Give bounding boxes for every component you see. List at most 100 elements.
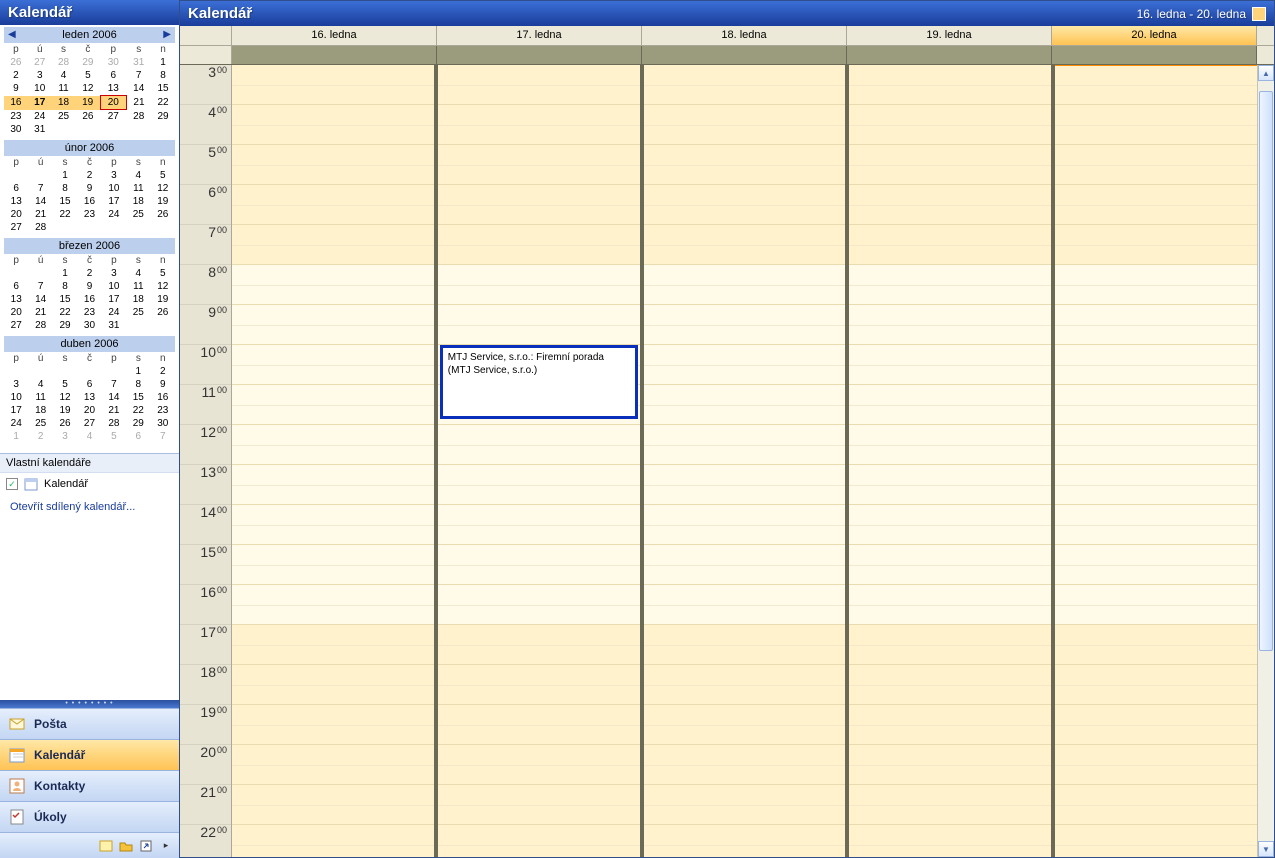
time-slot[interactable] xyxy=(849,145,1051,185)
mini-calendar-day[interactable]: 29 xyxy=(75,56,100,69)
mini-calendar-day[interactable]: 20 xyxy=(4,306,28,319)
scroll-track[interactable] xyxy=(1258,81,1274,841)
mini-calendar-day[interactable]: 11 xyxy=(126,280,150,293)
scroll-up-button[interactable]: ▲ xyxy=(1258,65,1274,81)
day-column[interactable] xyxy=(644,65,850,857)
mini-calendar-day[interactable]: 14 xyxy=(28,293,52,306)
time-slot[interactable] xyxy=(849,745,1051,785)
time-slot[interactable] xyxy=(644,825,846,857)
time-slot[interactable] xyxy=(1055,385,1257,425)
time-slot[interactable] xyxy=(849,225,1051,265)
time-slot[interactable] xyxy=(232,785,434,825)
time-slot[interactable] xyxy=(232,825,434,857)
mini-calendar-day[interactable]: 20 xyxy=(100,96,126,110)
shortcuts-icon[interactable] xyxy=(139,839,153,853)
mini-calendar-day[interactable]: 27 xyxy=(100,110,126,124)
time-slot[interactable] xyxy=(232,465,434,505)
mini-calendar-day[interactable]: 21 xyxy=(126,96,151,110)
mini-calendar-day[interactable]: 8 xyxy=(151,69,175,82)
time-slot[interactable] xyxy=(849,385,1051,425)
mini-calendar-day[interactable]: 7 xyxy=(102,378,126,391)
mini-calendar-day[interactable]: 12 xyxy=(151,280,175,293)
time-slot[interactable] xyxy=(232,585,434,625)
mini-calendar-day[interactable]: 12 xyxy=(75,82,100,96)
mini-calendar-day[interactable]: 25 xyxy=(126,208,150,221)
time-slot[interactable] xyxy=(644,505,846,545)
open-shared-calendar-link[interactable]: Otevřít sdílený kalendář... xyxy=(0,495,179,519)
mini-calendar-day[interactable]: 31 xyxy=(28,123,52,136)
day-header[interactable]: 18. ledna xyxy=(642,26,847,45)
time-slot[interactable] xyxy=(438,425,640,465)
allday-cell[interactable] xyxy=(437,46,642,64)
time-slot[interactable] xyxy=(1055,345,1257,385)
time-slot[interactable] xyxy=(644,105,846,145)
mini-calendar-day[interactable]: 21 xyxy=(28,306,52,319)
time-slot[interactable] xyxy=(1055,705,1257,745)
mini-calendar-day[interactable]: 13 xyxy=(4,195,28,208)
day-column[interactable] xyxy=(1055,65,1257,857)
mini-calendar-day[interactable]: 6 xyxy=(100,69,126,82)
mini-calendar-day[interactable]: 6 xyxy=(4,182,28,195)
time-slot[interactable] xyxy=(644,745,846,785)
mini-calendar-day[interactable]: 2 xyxy=(77,267,101,280)
time-slot[interactable] xyxy=(1055,145,1257,185)
time-slot[interactable] xyxy=(849,585,1051,625)
mini-calendar-day[interactable]: 13 xyxy=(77,391,101,404)
mini-calendar-day[interactable]: 14 xyxy=(28,195,52,208)
mini-calendar-day[interactable]: 3 xyxy=(4,378,28,391)
mini-calendar-day[interactable]: 12 xyxy=(151,182,175,195)
time-slot[interactable] xyxy=(438,65,640,105)
mini-calendar-day[interactable]: 12 xyxy=(53,391,77,404)
mini-calendar-day[interactable]: 16 xyxy=(151,391,175,404)
mini-calendar-day[interactable]: 31 xyxy=(102,319,126,332)
mini-calendar-day[interactable]: 28 xyxy=(102,417,126,430)
mini-calendar-day[interactable]: 1 xyxy=(53,169,77,182)
mini-calendar-day[interactable]: 7 xyxy=(28,182,52,195)
own-calendar-item[interactable]: ✓Kalendář xyxy=(0,473,179,495)
mini-calendar-day[interactable]: 19 xyxy=(151,195,175,208)
nav-calendar[interactable]: Kalendář xyxy=(0,739,179,770)
mini-calendar-day[interactable]: 15 xyxy=(53,195,77,208)
time-slot[interactable] xyxy=(644,785,846,825)
mini-calendar-day[interactable]: 30 xyxy=(100,56,126,69)
mini-calendar-day[interactable]: 23 xyxy=(77,208,101,221)
vertical-scrollbar[interactable]: ▲ ▼ xyxy=(1257,65,1274,857)
mini-calendar-day[interactable]: 22 xyxy=(53,208,77,221)
time-slot[interactable] xyxy=(232,305,434,345)
mini-calendar-day[interactable]: 15 xyxy=(126,391,150,404)
time-slot[interactable] xyxy=(849,65,1051,105)
chevron-right-icon[interactable]: ▸ xyxy=(159,839,173,853)
mini-calendar-day[interactable]: 18 xyxy=(126,195,150,208)
mini-calendar-day[interactable]: 11 xyxy=(126,182,150,195)
mini-calendar-day[interactable]: 13 xyxy=(100,82,126,96)
time-slot[interactable] xyxy=(438,185,640,225)
time-slot[interactable] xyxy=(232,745,434,785)
day-header[interactable]: 20. ledna xyxy=(1052,26,1257,45)
time-slot[interactable] xyxy=(644,425,846,465)
time-slot[interactable] xyxy=(849,265,1051,305)
mini-calendar-day[interactable]: 26 xyxy=(151,208,175,221)
mini-calendar-day[interactable]: 25 xyxy=(126,306,150,319)
time-slot[interactable] xyxy=(644,585,846,625)
mini-calendar-day[interactable]: 3 xyxy=(102,169,126,182)
mini-calendar-day[interactable]: 30 xyxy=(151,417,175,430)
time-slot[interactable] xyxy=(1055,745,1257,785)
mini-calendar-day[interactable]: 25 xyxy=(28,417,52,430)
mini-calendar-day[interactable]: 5 xyxy=(102,430,126,443)
mini-calendar-day[interactable]: 22 xyxy=(53,306,77,319)
mini-calendar-day[interactable]: 29 xyxy=(126,417,150,430)
mini-calendar-day[interactable]: 19 xyxy=(151,293,175,306)
mini-calendar-day[interactable]: 15 xyxy=(53,293,77,306)
time-slot[interactable] xyxy=(438,105,640,145)
mini-calendar-day[interactable]: 26 xyxy=(75,110,100,124)
time-slot[interactable] xyxy=(1055,665,1257,705)
mini-calendar-day[interactable]: 5 xyxy=(53,378,77,391)
mini-calendar-day[interactable]: 28 xyxy=(28,319,52,332)
prev-month-button[interactable]: ◀ xyxy=(8,29,16,40)
next-month-button[interactable]: ▶ xyxy=(163,29,171,40)
mini-calendar-day[interactable]: 17 xyxy=(102,293,126,306)
time-slot[interactable] xyxy=(232,345,434,385)
day-header[interactable]: 17. ledna xyxy=(437,26,642,45)
mini-calendar-day[interactable]: 16 xyxy=(4,96,28,110)
nav-mail[interactable]: Pošta xyxy=(0,708,179,739)
